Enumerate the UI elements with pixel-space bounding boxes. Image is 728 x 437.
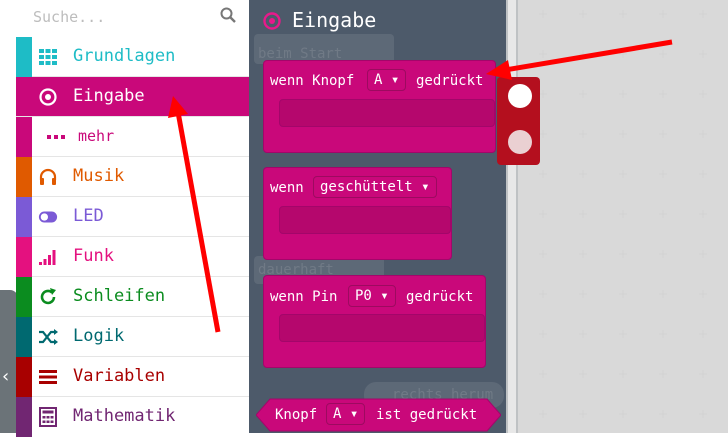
annotation-arrow-category: [168, 96, 221, 333]
annotation-arrow-flyout: [486, 39, 673, 80]
annotation-arrows: [168, 39, 673, 333]
